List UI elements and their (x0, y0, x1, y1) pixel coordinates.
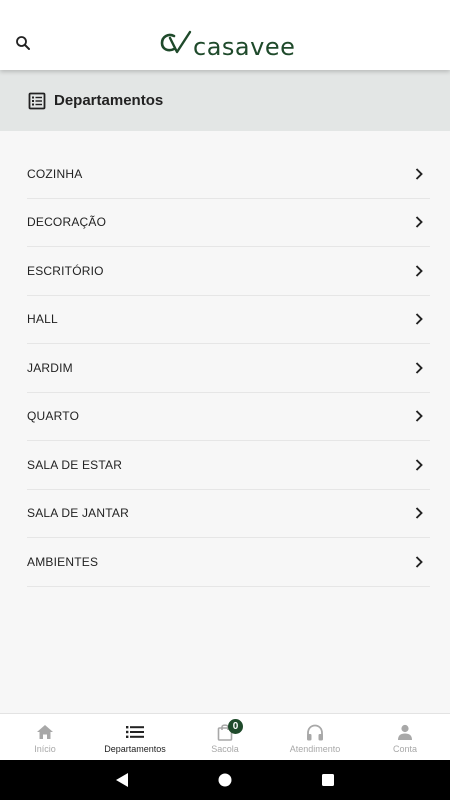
nav-item-conta[interactable]: Conta (360, 714, 450, 760)
nav-label: Atendimento (289, 744, 341, 754)
home-icon (35, 723, 55, 741)
department-item-decoracao[interactable]: DECORAÇÃO (27, 199, 430, 247)
department-item-quarto[interactable]: QUARTO (27, 393, 430, 441)
nav-label: Sacola (211, 744, 239, 754)
search-button[interactable] (10, 30, 36, 56)
department-item-ambientes[interactable]: AMBIENTES (27, 538, 430, 587)
chevron-right-icon (412, 361, 426, 375)
chevron-right-icon (412, 409, 426, 423)
recents-square-icon[interactable] (318, 770, 338, 790)
chevron-right-icon (412, 555, 426, 569)
list-icon (125, 723, 145, 741)
department-label: DECORAÇÃO (27, 215, 107, 230)
department-label: QUARTO (27, 409, 80, 424)
department-item-cozinha[interactable]: COZINHA (27, 150, 430, 199)
logo-monogram-icon (160, 30, 192, 54)
back-triangle-icon[interactable] (112, 770, 132, 790)
search-icon (16, 36, 30, 50)
department-label: HALL (27, 312, 58, 327)
department-item-sala-de-estar[interactable]: SALA DE ESTAR (27, 441, 430, 490)
department-label: AMBIENTES (27, 554, 99, 569)
nav-label: Departamentos (104, 744, 166, 754)
cart-count-badge: 0 (228, 719, 243, 734)
system-navigation-bar (0, 760, 450, 800)
nav-label: Início (34, 744, 56, 754)
nav-item-sacola[interactable]: 0 Sacola (180, 714, 270, 760)
logo-text: casavee (193, 33, 296, 61)
chevron-right-icon (412, 264, 426, 278)
nav-label: Conta (392, 744, 418, 754)
departments-header: Departamentos (0, 70, 450, 131)
department-item-hall[interactable]: HALL (27, 296, 430, 344)
app-header: casavee (0, 0, 450, 70)
chevron-right-icon (412, 167, 426, 181)
chevron-right-icon (412, 215, 426, 229)
department-item-sala-de-jantar[interactable]: SALA DE JANTAR (27, 490, 430, 538)
department-label: SALA DE ESTAR (27, 457, 123, 472)
department-label: JARDIM (27, 360, 73, 375)
chevron-right-icon (412, 458, 426, 472)
list-alt-icon (28, 92, 46, 110)
department-label: ESCRITÓRIO (27, 263, 104, 278)
page-title: Departamentos (54, 92, 164, 109)
department-item-jardim[interactable]: JARDIM (27, 344, 430, 393)
nav-item-inicio[interactable]: Início (0, 714, 90, 760)
chevron-right-icon (412, 506, 426, 520)
headphones-icon (305, 723, 325, 741)
person-icon (395, 723, 415, 741)
chevron-right-icon (412, 312, 426, 326)
departments-list: COZINHA DECORAÇÃO ESCRITÓRIO HALL JARDIM… (0, 150, 450, 587)
nav-item-departamentos[interactable]: Departamentos (90, 714, 180, 760)
nav-item-atendimento[interactable]: Atendimento (270, 714, 360, 760)
department-item-escritorio[interactable]: ESCRITÓRIO (27, 247, 430, 296)
department-label: COZINHA (27, 166, 83, 181)
casavee-logo[interactable]: casavee (160, 26, 295, 60)
home-circle-icon[interactable] (215, 770, 235, 790)
bottom-nav: Início Departamentos 0 Sacola Atendiment… (0, 713, 450, 760)
department-label: SALA DE JANTAR (27, 506, 129, 521)
